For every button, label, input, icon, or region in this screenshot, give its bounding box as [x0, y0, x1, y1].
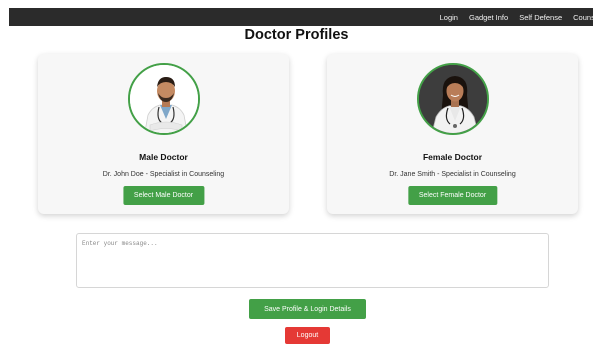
top-navbar: Login Gadget Info Self Defense Counse [9, 8, 593, 26]
save-profile-button[interactable]: Save Profile & Login Details [249, 299, 366, 319]
nav-link-gadget-info[interactable]: Gadget Info [469, 13, 508, 22]
female-doctor-icon [418, 65, 487, 133]
male-doctor-icon [129, 65, 198, 133]
select-female-doctor-button[interactable]: Select Female Doctor [407, 186, 498, 205]
logout-button[interactable]: Logout [285, 327, 330, 344]
male-doctor-description: Dr. John Doe - Specialist in Counseling [102, 171, 225, 178]
female-doctor-title: Female Doctor [422, 152, 483, 162]
female-doctor-avatar [416, 63, 489, 135]
message-input[interactable] [76, 233, 549, 288]
nav-link-self-defense[interactable]: Self Defense [519, 13, 562, 22]
nav-link-login[interactable]: Login [440, 13, 458, 22]
female-doctor-card: Female Doctor Dr. Jane Smith - Specialis… [327, 54, 578, 214]
select-male-doctor-button[interactable]: Select Male Doctor [122, 186, 205, 205]
male-doctor-title: Male Doctor [139, 152, 188, 162]
nav-link-counseling[interactable]: Counse [573, 13, 593, 22]
male-doctor-avatar [127, 63, 200, 135]
female-doctor-description: Dr. Jane Smith - Specialist in Counselin… [389, 171, 516, 178]
page-title: Doctor Profiles [244, 27, 349, 43]
male-doctor-card: Male Doctor Dr. John Doe - Specialist in… [38, 54, 289, 214]
